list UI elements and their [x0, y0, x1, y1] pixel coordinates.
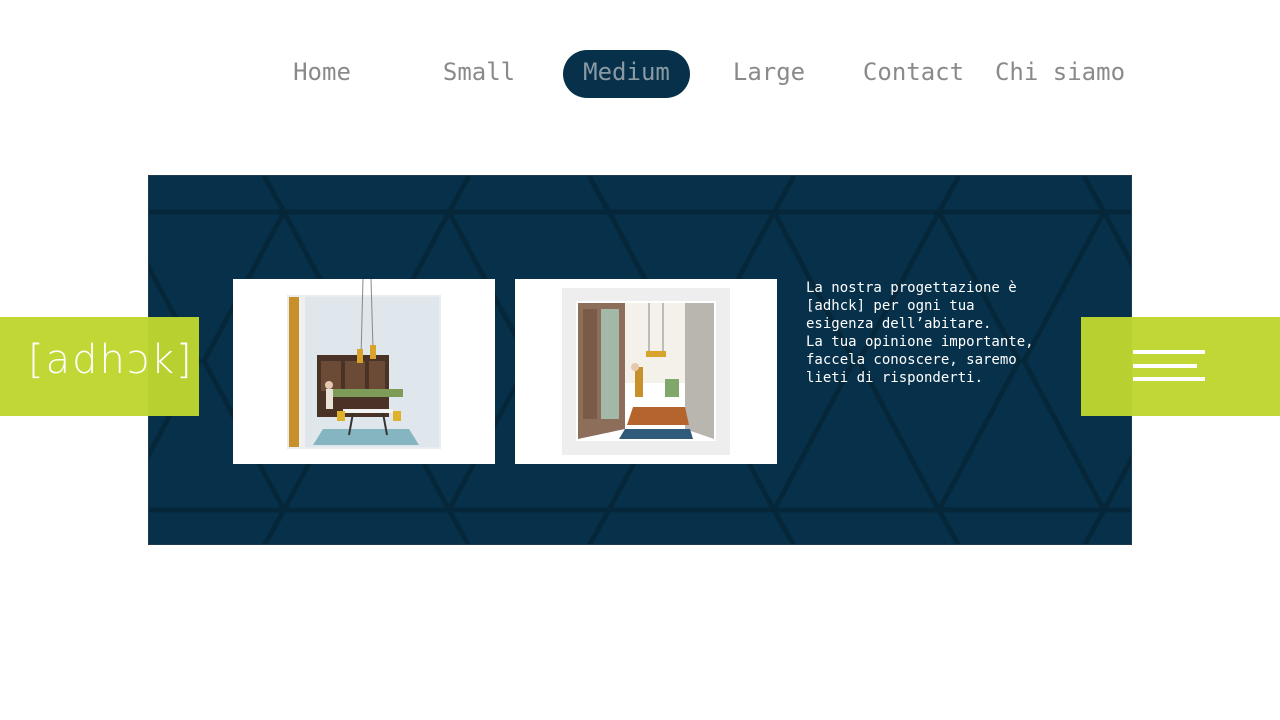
closet-illustration [562, 288, 730, 455]
nav-item-large[interactable]: Large [718, 50, 820, 98]
logo[interactable]: [adhɔk] [0, 317, 199, 416]
nav-item-medium[interactable]: Medium [563, 50, 690, 98]
nav-item-contact[interactable]: Contact [856, 50, 971, 98]
main-navigation: Home Small Medium Large Contact Chi siam… [0, 50, 1280, 98]
hero-banner: La nostra progettazione è [adhck] per og… [148, 175, 1132, 545]
logo-text: [adhɔk] [28, 337, 194, 383]
menu-button[interactable] [1081, 317, 1280, 416]
project-thumbnail-closet[interactable] [515, 279, 777, 464]
nav-item-chi-siamo[interactable]: Chi siamo [990, 50, 1130, 98]
project-thumbnail-kitchen[interactable] [233, 279, 495, 464]
nav-item-small[interactable]: Small [428, 50, 530, 98]
banner-description: La nostra progettazione è [adhck] per og… [806, 280, 1034, 386]
kitchen-illustration [287, 279, 441, 449]
nav-item-home[interactable]: Home [272, 50, 372, 98]
